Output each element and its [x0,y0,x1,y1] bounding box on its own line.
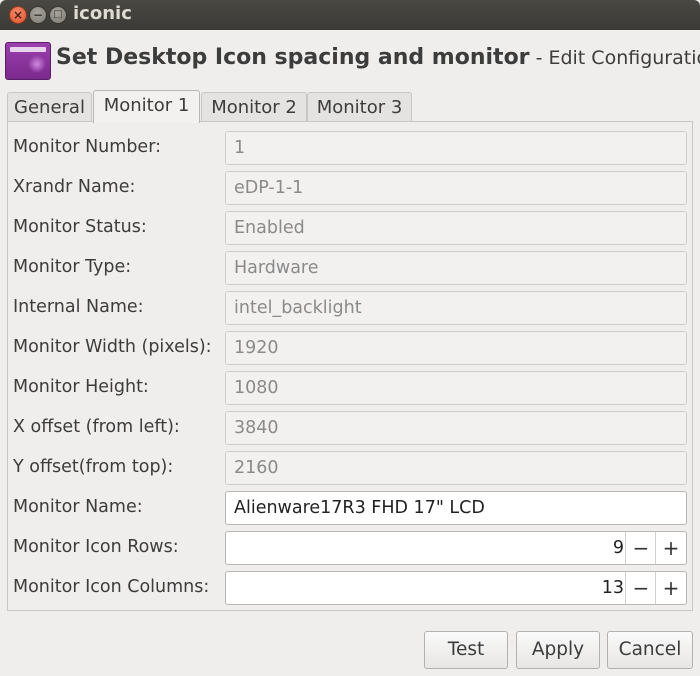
monitor-name-input[interactable]: Alienware17R3 FHD 17" LCD [225,491,687,525]
maximize-icon: □ [53,9,63,20]
monitor-width-field: 1920 [225,331,687,365]
monitor-width-label: Monitor Width (pixels): [13,337,212,357]
monitor-height-label: Monitor Height: [13,377,149,397]
icon-columns-stepper[interactable]: 13 − + [225,571,687,605]
icon-columns-decrement-button[interactable]: − [625,572,656,604]
form-row: Monitor Height: 1080 [13,371,689,405]
form-row: Monitor Icon Columns: 13 − + [13,571,689,605]
tab-monitor-3[interactable]: Monitor 3 [307,92,412,122]
icon-rows-decrement-button[interactable]: − [625,532,656,564]
form-row: Monitor Status: Enabled [13,211,689,245]
monitor-height-field: 1080 [225,371,687,405]
window-close-button[interactable]: × [9,6,27,24]
test-button[interactable]: Test [424,631,508,669]
form-row: Internal Name: intel_backlight [13,291,689,325]
page-title: Set Desktop Icon spacing and monitor - E… [56,45,700,70]
monitor-type-field: Hardware [225,251,687,285]
close-icon: × [12,8,24,22]
app-window-icon [5,42,51,80]
form-row: Monitor Type: Hardware [13,251,689,285]
monitor-status-field: Enabled [225,211,687,245]
monitor-status-label: Monitor Status: [13,217,147,237]
window-title: iconic [73,3,132,24]
tab-general[interactable]: General [7,92,92,122]
form-row: Y offset(from top): 2160 [13,451,689,485]
cancel-button[interactable]: Cancel [607,631,693,669]
window-maximize-button[interactable]: □ [49,6,67,24]
xrandr-name-label: Xrandr Name: [13,177,136,197]
monitor-name-label: Monitor Name: [13,497,143,517]
minimize-icon: − [32,8,44,22]
icon-rows-value[interactable]: 9 [613,538,624,558]
dialog-header: Set Desktop Icon spacing and monitor - E… [5,40,700,80]
tab-monitor-2[interactable]: Monitor 2 [201,92,307,122]
form-row: Monitor Number: 1 [13,131,689,165]
monitor-type-label: Monitor Type: [13,257,132,277]
xrandr-name-field: eDP-1-1 [225,171,687,205]
form-row: X offset (from left): 3840 [13,411,689,445]
icon-rows-label: Monitor Icon Rows: [13,537,179,557]
icon-columns-value[interactable]: 13 [602,578,624,598]
form-row: Monitor Width (pixels): 1920 [13,331,689,365]
icon-rows-increment-button[interactable]: + [655,532,686,564]
page-title-sub: - Edit Configuration [535,47,700,69]
icon-columns-increment-button[interactable]: + [655,572,686,604]
internal-name-label: Internal Name: [13,297,144,317]
x-offset-label: X offset (from left): [13,417,180,437]
page-title-main: Set Desktop Icon spacing and monitor [56,45,530,70]
form-row: Xrandr Name: eDP-1-1 [13,171,689,205]
y-offset-field: 2160 [225,451,687,485]
monitor-settings-panel: Monitor Number: 1 Xrandr Name: eDP-1-1 M… [7,121,693,611]
monitor-number-field: 1 [225,131,687,165]
tab-monitor-1[interactable]: Monitor 1 [93,90,200,123]
x-offset-field: 3840 [225,411,687,445]
icon-rows-stepper[interactable]: 9 − + [225,531,687,565]
icon-columns-label: Monitor Icon Columns: [13,577,210,597]
internal-name-field: intel_backlight [225,291,687,325]
window-titlebar: × − □ iconic [0,0,700,30]
monitor-number-label: Monitor Number: [13,137,161,157]
form-row: Monitor Name: Alienware17R3 FHD 17" LCD [13,491,689,525]
form-row: Monitor Icon Rows: 9 − + [13,531,689,565]
y-offset-label: Y offset(from top): [13,457,174,477]
apply-button[interactable]: Apply [516,631,600,669]
window-minimize-button[interactable]: − [29,6,47,24]
